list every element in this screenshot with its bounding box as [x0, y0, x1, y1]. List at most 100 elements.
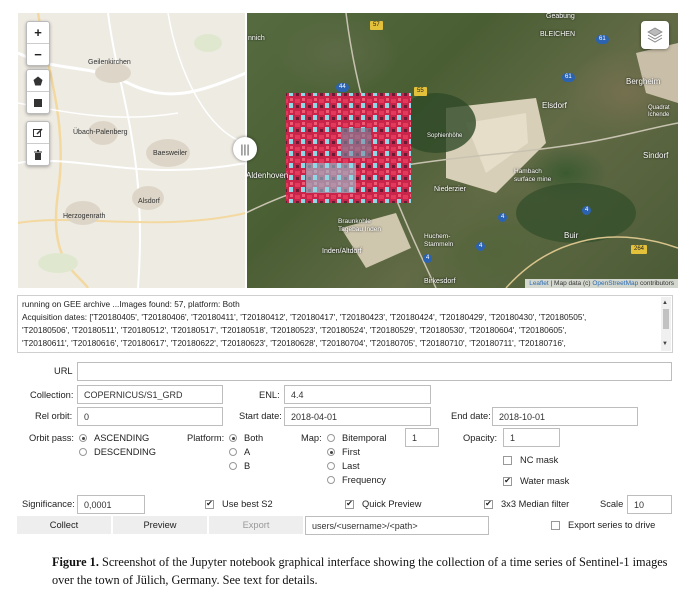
- opacity-label: Opacity:: [463, 433, 498, 443]
- map-label: Sophienhöhe: [427, 133, 463, 139]
- map-first[interactable]: First: [327, 447, 360, 457]
- orbit-pass-label: Orbit pass:: [29, 433, 74, 443]
- scale-input[interactable]: [627, 495, 672, 514]
- start-date-input[interactable]: [284, 407, 431, 426]
- export-path-input[interactable]: [305, 516, 489, 535]
- draw-polygon-button[interactable]: [27, 70, 49, 92]
- radio-button[interactable]: [327, 476, 335, 484]
- map-label: Hambach surface mine: [514, 168, 552, 183]
- url-label: URL: [54, 366, 73, 376]
- collection-label: Collection:: [30, 390, 74, 400]
- scroll-down-icon[interactable]: ▼: [662, 338, 668, 351]
- collection-input[interactable]: [77, 385, 223, 404]
- zoom-control: + −: [26, 21, 50, 66]
- checkbox[interactable]: [503, 455, 512, 465]
- platform-b[interactable]: B: [229, 461, 250, 471]
- map-label: Braunkohle Tagebau Inden: [338, 218, 382, 233]
- enl-input[interactable]: [284, 385, 431, 404]
- significance-label: Significance:: [22, 499, 75, 509]
- map-label: Übach-Palenberg: [73, 129, 128, 136]
- map-label: Bergheim: [626, 77, 661, 86]
- map-label: Geabung: [546, 13, 575, 20]
- radio-button[interactable]: [327, 434, 335, 442]
- output-line: Acquisition dates: ['T20180405', 'T20180…: [22, 312, 587, 322]
- polygon-icon: [33, 76, 43, 85]
- road-badge: 61: [562, 73, 575, 82]
- map-bitemporal[interactable]: Bitemporal: [327, 433, 386, 443]
- checkbox[interactable]: ✔: [484, 499, 493, 509]
- leaflet-link[interactable]: Leaflet: [529, 280, 549, 287]
- preview-button[interactable]: Preview: [113, 516, 207, 534]
- draw-rectangle-button[interactable]: [27, 92, 49, 113]
- orbit-pass-ascending[interactable]: ASCENDING: [79, 433, 149, 443]
- url-input[interactable]: [77, 362, 672, 381]
- rectangle-icon: [34, 98, 42, 107]
- platform-label: Platform:: [187, 433, 225, 443]
- end-date-label: End date:: [451, 411, 491, 421]
- export-button[interactable]: Export: [209, 516, 303, 534]
- edit-icon: [33, 127, 43, 137]
- significance-input[interactable]: [77, 495, 145, 514]
- checkbox[interactable]: [551, 520, 560, 530]
- map-label: Huchem- Stammeln: [424, 233, 454, 248]
- map-index-input[interactable]: [405, 428, 439, 447]
- radio-button[interactable]: [79, 448, 87, 456]
- water-mask-checkbox[interactable]: ✔ Water mask: [503, 476, 569, 486]
- map-label: Birkesdorf: [424, 278, 456, 285]
- rel-orbit-input[interactable]: [77, 407, 223, 426]
- delete-layers-button[interactable]: [27, 144, 49, 165]
- scroll-thumb[interactable]: [663, 309, 669, 329]
- map-label: Quadrat Ichende: [648, 105, 670, 118]
- map-panel[interactable]: Geilenkirchen Übach-Palenberg Baesweiler…: [18, 13, 678, 288]
- nc-mask-checkbox[interactable]: NC mask: [503, 455, 558, 465]
- platform-a[interactable]: A: [229, 447, 250, 457]
- map-label: Inden/Altdorf: [322, 248, 362, 255]
- radio-button[interactable]: [79, 434, 87, 442]
- map-label: Geilenkirchen: [88, 59, 131, 66]
- map-label: Herzogenrath: [63, 213, 106, 220]
- map-label: Buir: [564, 231, 579, 240]
- radio-button[interactable]: [229, 448, 237, 456]
- checkbox[interactable]: ✔: [345, 499, 354, 509]
- map-frequency[interactable]: Frequency: [327, 475, 386, 485]
- osm-link[interactable]: OpenStreetMap: [592, 280, 638, 287]
- edit-layers-button[interactable]: [27, 122, 49, 144]
- split-handle[interactable]: |||: [233, 137, 257, 161]
- map-label: Aldenhoven: [246, 171, 289, 180]
- map-label: Niederzier: [434, 186, 466, 193]
- quick-preview-checkbox[interactable]: ✔ Quick Preview: [345, 499, 421, 509]
- end-date-input[interactable]: [492, 407, 638, 426]
- trash-icon: [34, 149, 42, 160]
- map-label: Baesweiler: [153, 150, 188, 157]
- platform-both[interactable]: Both: [229, 433, 263, 443]
- layers-button[interactable]: [641, 21, 669, 49]
- satellite-imagery: [246, 13, 678, 288]
- checkbox[interactable]: ✔: [503, 476, 512, 486]
- radio-button[interactable]: [229, 462, 237, 470]
- figure-caption: Figure 1. Screenshot of the Jupyter note…: [52, 553, 672, 589]
- median-filter-checkbox[interactable]: ✔ 3x3 Median filter: [484, 499, 569, 509]
- road-badge: 57: [370, 21, 383, 30]
- map-label: Sindorf: [643, 151, 669, 160]
- opacity-input[interactable]: [503, 428, 560, 447]
- street-map-pane[interactable]: Geilenkirchen Übach-Palenberg Baesweiler…: [18, 13, 246, 288]
- map-mode-label: Map:: [301, 433, 322, 443]
- radio-button[interactable]: [229, 434, 237, 442]
- output-scrollbar[interactable]: ▲ ▼: [661, 297, 671, 351]
- zoom-out-button[interactable]: −: [27, 44, 49, 65]
- export-drive-checkbox[interactable]: Export series to drive: [551, 520, 655, 530]
- checkbox[interactable]: ✔: [205, 499, 214, 509]
- draw-toolbar: [26, 69, 50, 114]
- map-label: BLEICHEN: [540, 31, 576, 38]
- output-line: running on GEE archive ...Images found: …: [22, 299, 240, 309]
- radio-button[interactable]: [327, 462, 335, 470]
- radio-button[interactable]: [327, 448, 335, 456]
- output-area[interactable]: running on GEE archive ...Images found: …: [17, 295, 673, 353]
- use-best-s2-checkbox[interactable]: ✔ Use best S2: [205, 499, 273, 509]
- orbit-pass-descending[interactable]: DESCENDING: [79, 447, 156, 457]
- satellite-map-pane[interactable]: nnich BLEICHEN Bergheim Elsdorf Sophienh…: [246, 13, 678, 288]
- collect-button[interactable]: Collect: [17, 516, 111, 534]
- road-badge: 264: [631, 245, 648, 254]
- map-last[interactable]: Last: [327, 461, 360, 471]
- zoom-in-button[interactable]: +: [27, 22, 49, 44]
